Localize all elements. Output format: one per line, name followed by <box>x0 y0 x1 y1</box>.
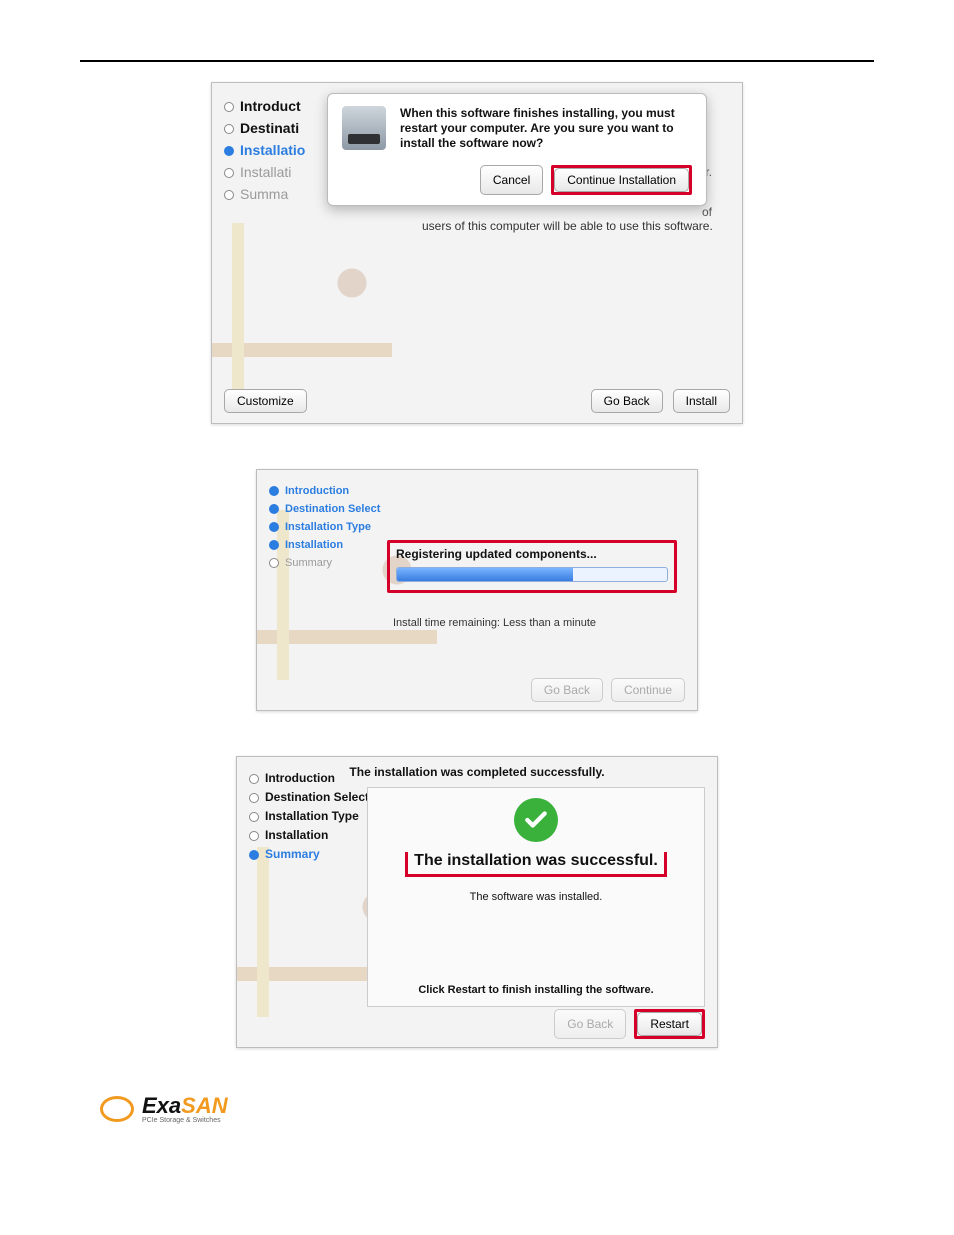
installer-sidebar: Introduction Destination Select Installa… <box>249 769 369 864</box>
step-label: Summa <box>240 186 288 202</box>
step-label: Summary <box>285 557 332 569</box>
exasan-logo: ExaSAN PCIe Storage & Switches <box>100 1093 954 1124</box>
continue-highlight: Continue Installation <box>551 165 692 195</box>
step-label: Destination Select <box>285 503 380 515</box>
time-remaining-text: Install time remaining: Less than a minu… <box>393 617 677 629</box>
step-label: Installation Type <box>285 521 371 533</box>
installer-window: The installation was completed successfu… <box>236 756 718 1048</box>
logo-text-exa: Exa <box>142 1093 181 1118</box>
step-installation-type: Installation Type <box>249 807 369 826</box>
step-label: Installati <box>240 164 291 180</box>
restart-button[interactable]: Restart <box>637 1012 702 1036</box>
go-back-button: Go Back <box>554 1009 626 1039</box>
go-back-button: Go Back <box>531 678 603 702</box>
step-label: Summary <box>265 847 320 861</box>
progress-highlight: Registering updated components... <box>387 540 677 593</box>
install-button[interactable]: Install <box>673 389 730 413</box>
logo-ring-icon <box>100 1096 134 1122</box>
step-introduction: Introduction <box>269 482 380 500</box>
logo-tagline: PCIe Storage & Switches <box>142 1117 228 1124</box>
step-summary: Summary <box>269 554 380 572</box>
success-highlight: The installation was successful. <box>405 852 667 877</box>
restart-highlight: Restart <box>634 1009 705 1039</box>
screenshot-restart-prompt: Introduct Destinati Installatio Installa… <box>0 82 954 424</box>
step-installation-type: Installatio <box>224 139 305 161</box>
header-divider <box>80 60 874 62</box>
install-progress-bar <box>396 567 668 582</box>
restart-confirm-sheet: When this software finishes installing, … <box>327 93 707 206</box>
screenshot-installing-progress: Introduction Destination Select Installa… <box>0 469 954 711</box>
customize-button[interactable]: Customize <box>224 389 307 413</box>
cancel-button[interactable]: Cancel <box>480 165 543 195</box>
step-introduction: Introduction <box>249 769 369 788</box>
step-label: Introduction <box>285 485 349 497</box>
continue-button: Continue <box>611 678 685 702</box>
step-label: Installation <box>265 828 328 842</box>
installer-sidebar: Introduct Destinati Installatio Installa… <box>224 95 305 205</box>
step-summary: Summary <box>249 845 369 864</box>
step-label: Destinati <box>240 120 299 136</box>
step-introduction: Introduct <box>224 95 305 117</box>
step-label: Introduction <box>265 771 335 785</box>
installer-window: Introduction Destination Select Installa… <box>256 469 698 711</box>
step-destination: Destination Select <box>249 788 369 807</box>
summary-panel: The installation was successful. The sof… <box>367 787 705 1007</box>
restart-instruction: Click Restart to finish installing the s… <box>418 984 653 996</box>
step-label: Installation Type <box>265 809 359 823</box>
step-installation: Installation <box>269 536 380 554</box>
users-note: users of this computer will be able to u… <box>422 219 722 233</box>
success-check-icon <box>514 798 558 842</box>
background-fragment: of <box>702 205 712 219</box>
step-installation-type: Installation Type <box>269 518 380 536</box>
step-label: Destination Select <box>265 790 369 804</box>
success-subtext: The software was installed. <box>470 891 603 903</box>
step-installation: Installati <box>224 161 305 183</box>
installer-window: Introduct Destinati Installatio Installa… <box>211 82 743 424</box>
step-label: Introduct <box>240 98 301 114</box>
continue-installation-button[interactable]: Continue Installation <box>554 168 689 192</box>
disk-icon <box>342 106 386 150</box>
install-status-text: Registering updated components... <box>396 547 668 561</box>
success-title: The installation was successful. <box>414 852 658 870</box>
step-label: Installatio <box>240 142 305 158</box>
step-label: Installation <box>285 539 343 551</box>
step-installation: Installation <box>249 826 369 845</box>
step-destination: Destinati <box>224 117 305 139</box>
sheet-message: When this software finishes installing, … <box>400 106 692 151</box>
installer-sidebar: Introduction Destination Select Installa… <box>269 482 380 572</box>
logo-text-san: SAN <box>181 1093 227 1118</box>
go-back-button[interactable]: Go Back <box>591 389 663 413</box>
screenshot-install-success: The installation was completed successfu… <box>0 756 954 1048</box>
step-summary: Summa <box>224 183 305 205</box>
step-destination: Destination Select <box>269 500 380 518</box>
